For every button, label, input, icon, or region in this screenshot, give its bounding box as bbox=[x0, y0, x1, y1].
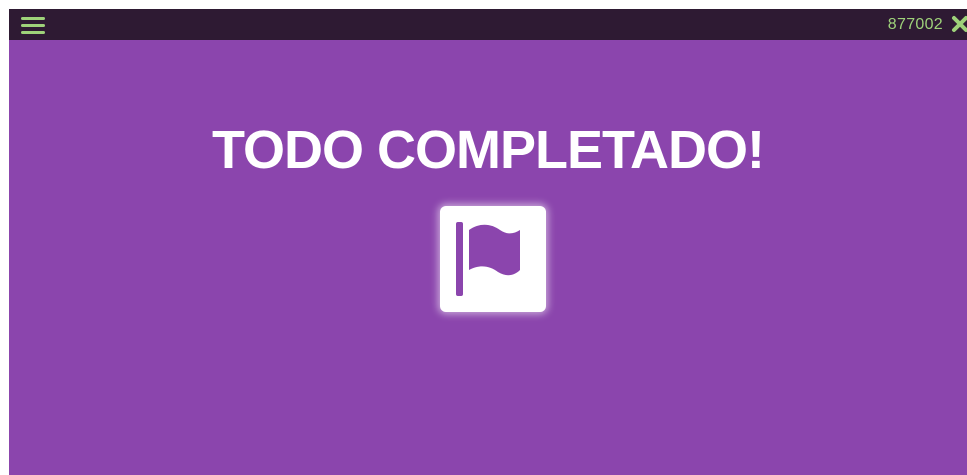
app-frame: 877002 TODO COMPLETADO! bbox=[9, 9, 967, 475]
flag-icon bbox=[456, 222, 520, 296]
hamburger-menu-icon[interactable] bbox=[21, 15, 45, 35]
menu-line bbox=[21, 17, 45, 20]
score-value: 877002 bbox=[887, 16, 943, 33]
menu-line bbox=[21, 31, 45, 34]
flag-badge bbox=[440, 206, 546, 312]
completion-headline: TODO COMPLETADO! bbox=[212, 120, 765, 180]
close-x-icon[interactable] bbox=[951, 14, 967, 34]
menu-line bbox=[21, 24, 45, 27]
top-bar: 877002 bbox=[9, 9, 967, 40]
